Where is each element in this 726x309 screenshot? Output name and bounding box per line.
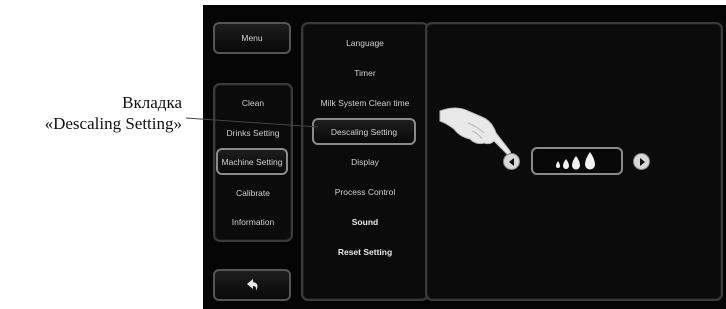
settings-item-label: Milk System Clean time (320, 98, 410, 108)
menu-button[interactable]: Menu (213, 22, 291, 54)
left-menu-item-information[interactable]: Information (215, 212, 291, 232)
hardness-level-display (531, 147, 623, 175)
left-menu-item-label: Information (231, 217, 275, 227)
device-screen: Menu Clean Drinks Setting Machine Settin… (203, 5, 726, 309)
settings-item-label: Timer (354, 68, 376, 78)
left-menu-item-label: Machine Setting (221, 156, 283, 167)
arrow-right-icon (639, 157, 645, 166)
water-drop-icon (572, 156, 580, 170)
settings-item-label: Sound (351, 217, 379, 227)
settings-item-label: Process Control (334, 187, 396, 197)
callout-line-2: «Descaling Setting» (44, 114, 182, 133)
left-menu-item-label: Clean (241, 98, 265, 108)
settings-item-label: Reset Setting (337, 247, 393, 257)
left-menu-panel: Clean Drinks Setting Machine Setting Cal… (213, 83, 293, 242)
callout-label: Вкладка «Descaling Setting» (0, 92, 182, 134)
callout-line-1: Вкладка (122, 93, 182, 112)
water-drop-icons (556, 152, 595, 170)
left-menu-item-label: Drinks Setting (226, 128, 280, 138)
menu-button-label: Menu (241, 33, 263, 43)
left-menu-item-machine-setting[interactable]: Machine Setting (216, 148, 288, 175)
water-drop-icon (556, 161, 560, 168)
increase-hardness-button[interactable] (633, 153, 650, 170)
settings-item-timer[interactable]: Timer (303, 62, 427, 84)
settings-item-label: Descaling Setting (330, 126, 398, 137)
back-arrow-icon (247, 279, 258, 291)
settings-item-milk-system-clean-time[interactable]: Milk System Clean time (303, 92, 427, 114)
settings-list-panel: Language Timer Milk System Clean time De… (301, 22, 429, 301)
left-menu-item-drinks-setting[interactable]: Drinks Setting (215, 123, 291, 143)
settings-item-language[interactable]: Language (303, 32, 427, 54)
settings-item-label: Display (351, 157, 379, 167)
settings-item-reset-setting[interactable]: Reset Setting (303, 241, 427, 263)
settings-item-descaling-setting[interactable]: Descaling Setting (312, 118, 416, 145)
back-button[interactable] (213, 269, 291, 301)
water-drop-icon (585, 152, 595, 170)
water-drop-icon (563, 159, 569, 169)
settings-item-label: Language (346, 38, 384, 48)
pointing-hand-icon (439, 107, 512, 156)
settings-item-process-control[interactable]: Process Control (303, 181, 427, 203)
arrow-left-icon (508, 157, 514, 166)
left-menu-item-calibrate[interactable]: Calibrate (215, 183, 291, 203)
left-menu-item-clean[interactable]: Clean (215, 93, 291, 113)
decrease-hardness-button[interactable] (503, 153, 520, 170)
settings-item-sound[interactable]: Sound (303, 211, 427, 233)
settings-item-display[interactable]: Display (303, 151, 427, 173)
left-menu-item-label: Calibrate (235, 188, 271, 198)
